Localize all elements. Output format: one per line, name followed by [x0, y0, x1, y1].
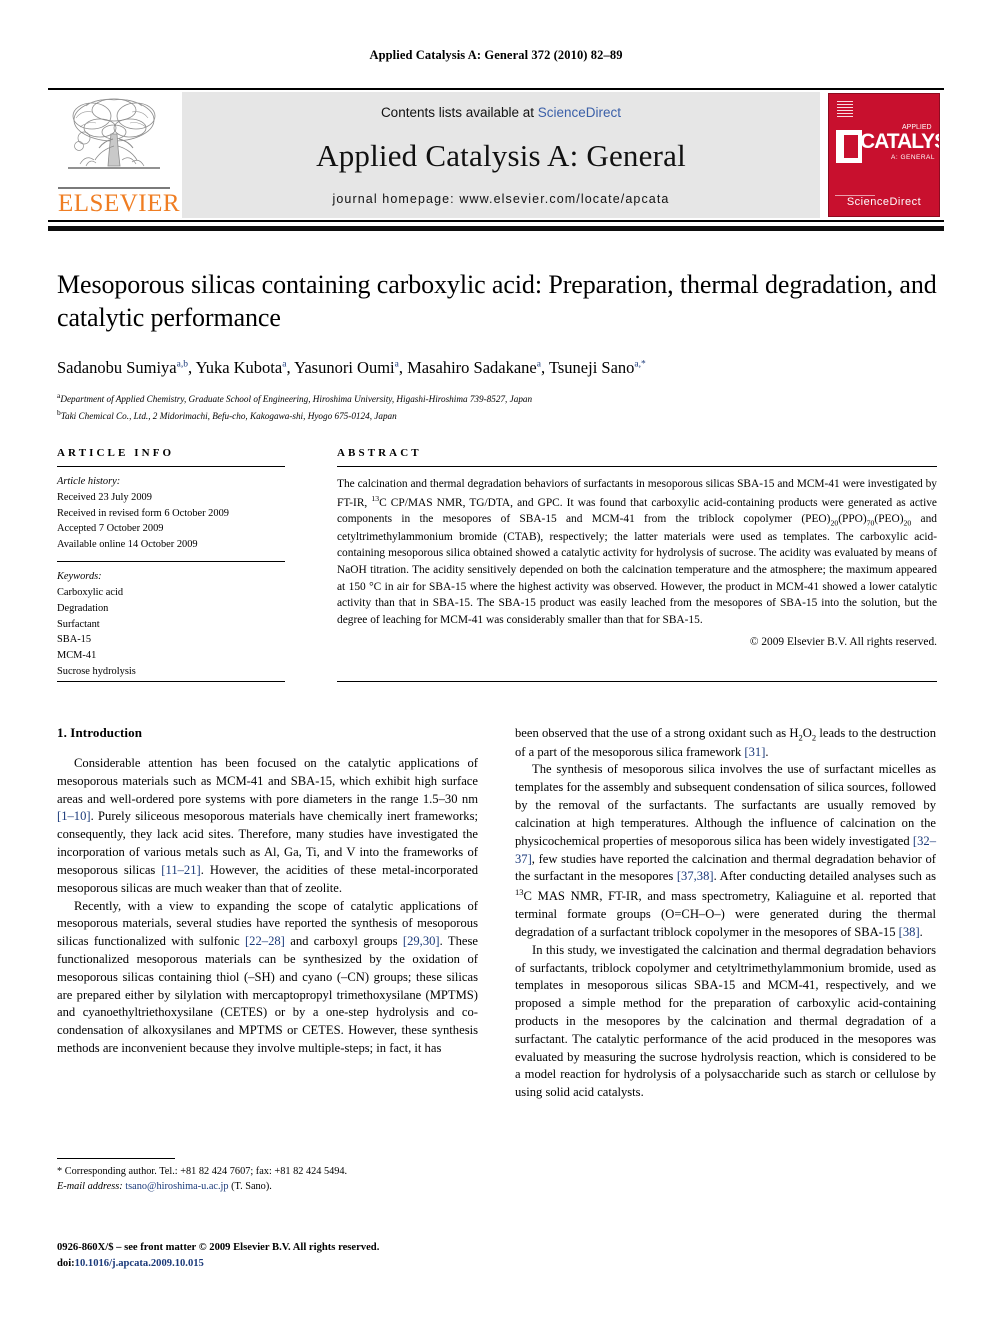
citation-reference[interactable]: [22–28]: [245, 934, 285, 948]
footnote-block: * Corresponding author. Tel.: +81 82 424…: [57, 1158, 478, 1194]
elsevier-logo: ELSEVIER: [48, 90, 180, 220]
article-history-item: Received in revised form 6 October 2009: [57, 507, 229, 519]
keywords-label: Keywords:: [57, 571, 102, 583]
body-paragraph: In this study, we investigated the calci…: [515, 942, 936, 1100]
sciencedirect-link[interactable]: ScienceDirect: [538, 105, 621, 120]
cover-brand-label: CATALYSIS: [860, 130, 939, 153]
keyword-item: SBA-15: [57, 634, 92, 646]
copyright-line: © 2009 Elsevier B.V. All rights reserved…: [749, 635, 937, 648]
masthead-bottom-bar: [48, 226, 944, 231]
keywords-items: Carboxylic acid Degradation Surfactant SBA-…: [57, 585, 285, 680]
title-block: Mesoporous silicas containing carboxylic…: [57, 268, 937, 424]
keyword-item: Sucrose hydrolysis: [57, 665, 136, 677]
journal-article-page: Applied Catalysis A: General 372 (2010) …: [0, 0, 992, 1323]
issn-doi-block: 0926-860X/$ – see front matter © 2009 El…: [57, 1240, 517, 1272]
article-history-block: Article history: Received 23 July 2009 Re…: [57, 467, 285, 561]
doi-line: doi:10.1016/j.apcata.2009.10.015: [57, 1256, 517, 1272]
citation-reference[interactable]: [37,38]: [677, 869, 714, 883]
author-list: Sadanobu Sumiyaa,b, Yuka Kubotaa, Yasuno…: [57, 357, 646, 377]
email-suffix: (T. Sano).: [231, 1181, 272, 1193]
elsevier-tree-icon: [68, 98, 160, 169]
abstract-column: The calcination and thermal degradation …: [337, 466, 937, 648]
article-history-item: Accepted 7 October 2009: [57, 523, 164, 535]
cover-footer-mark: ScienceDirect: [846, 196, 922, 208]
info-bottom-rule: [57, 681, 285, 682]
cover-subtitle-label: A: GENERAL: [891, 154, 936, 161]
author-name: Sadanobu Sumiya: [57, 357, 177, 377]
citation-reference[interactable]: [31]: [744, 745, 765, 759]
cover-barcode-icon: [837, 101, 853, 117]
author-name: Tsuneji Sano: [548, 357, 635, 377]
author-name: Yasunori Oumi: [294, 357, 395, 377]
citation-reference[interactable]: [38]: [899, 925, 920, 939]
body-left-column: 1. Introduction Considerable attention h…: [57, 725, 478, 1102]
citation-reference[interactable]: [29,30]: [403, 934, 440, 948]
email-label: E-mail address:: [57, 1181, 123, 1193]
author-name: Yuka Kubota: [195, 357, 283, 377]
body-paragraph: Recently, with a view to expanding the s…: [57, 898, 478, 1056]
email-link[interactable]: tsano@hiroshima-u.ac.jp: [125, 1181, 228, 1192]
right-column-paragraphs: been observed that the use of a strong o…: [515, 725, 936, 1102]
citation-reference[interactable]: [32–37]: [515, 834, 936, 866]
body-columns: 1. Introduction Considerable attention h…: [57, 725, 937, 1102]
affiliation-list: aDepartment of Applied Chemistry, Gradua…: [57, 390, 937, 424]
keywords-block: Keywords: Carboxylic acid Degradation Surf…: [57, 562, 285, 688]
keyword-item: MCM-41: [57, 650, 97, 662]
affiliation-line: aDepartment of Applied Chemistry, Gradua…: [57, 390, 533, 405]
author-affiliation-mark: a: [282, 359, 287, 370]
body-paragraph: The synthesis of mesoporous silica invol…: [515, 762, 936, 939]
article-info-heading: ARTICLE INFO: [57, 447, 175, 459]
article-history-label: Article history:: [57, 476, 121, 487]
journal-cover-thumbnail: APPLIED CATALYSIS A: GENERAL ScienceDire…: [828, 93, 940, 217]
abstract-text: The calcination and thermal degradation …: [337, 478, 938, 626]
elsevier-wordmark: ELSEVIER: [58, 187, 180, 216]
issn-line: 0926-860X/$ – see front matter © 2009 El…: [57, 1242, 380, 1253]
keyword-item: Surfactant: [57, 618, 100, 630]
author-affiliation-mark: a: [394, 359, 399, 370]
body-paragraph: Considerable attention has been focused …: [57, 756, 478, 895]
cover-c-mark-icon: [836, 130, 862, 163]
keyword-item: Degradation: [57, 602, 109, 614]
citation-reference[interactable]: [1–10]: [57, 809, 91, 823]
citation-reference[interactable]: [11–21]: [161, 863, 200, 877]
author-affiliation-mark: a,b: [176, 359, 188, 370]
footnote-rule: [57, 1158, 175, 1159]
masthead-center-panel: Contents lists available at ScienceDirec…: [182, 92, 820, 218]
contents-prefix: Contents lists available at: [380, 105, 538, 120]
doi-link[interactable]: 10.1016/j.apcata.2009.10.015: [75, 1258, 204, 1269]
article-info-column: Article history: Received 23 July 2009 Re…: [57, 466, 285, 688]
author-name: Masahiro Sadakane: [407, 357, 537, 377]
contents-available-line: Contents lists available at ScienceDirec…: [381, 105, 621, 120]
email-note: E-mail address: tsano@hiroshima-u.ac.jp …: [57, 1179, 478, 1194]
section-title-introduction: 1. Introduction: [57, 725, 143, 740]
author-affiliation-mark: a: [536, 359, 541, 370]
article-history-items: Received 23 July 2009 Received in revised…: [57, 490, 285, 553]
journal-homepage-line[interactable]: journal homepage: www.elsevier.com/locat…: [333, 192, 670, 206]
journal-cover-thumbnail-wrap: APPLIED CATALYSIS A: GENERAL ScienceDire…: [824, 90, 944, 220]
abstract-bottom-rule: [337, 681, 937, 682]
affiliation-line: bTaki Chemical Co., Ltd., 2 Midorimachi,…: [57, 407, 397, 421]
abstract-heading: ABSTRACT: [337, 447, 422, 459]
author-affiliation-mark: a,*: [634, 359, 646, 370]
left-column-paragraphs: Considerable attention has been focused …: [57, 755, 478, 1058]
doi-prefix: doi:: [57, 1257, 75, 1269]
journal-title: Applied Catalysis A: General: [316, 138, 686, 173]
journal-masthead: ELSEVIER Contents lists available at Sci…: [48, 88, 944, 222]
page-title: Mesoporous silicas containing carboxylic…: [57, 270, 937, 333]
article-history-item: Available online 14 October 2009: [57, 539, 198, 551]
keyword-item: Carboxylic acid: [57, 586, 124, 598]
article-history-item: Received 23 July 2009: [57, 491, 152, 503]
corresponding-author-note: * Corresponding author. Tel.: +81 82 424…: [57, 1166, 348, 1177]
body-paragraph: been observed that the use of a strong o…: [515, 726, 936, 759]
body-right-column: been observed that the use of a strong o…: [515, 725, 936, 1102]
running-head: Applied Catalysis A: General 372 (2010) …: [369, 48, 623, 62]
